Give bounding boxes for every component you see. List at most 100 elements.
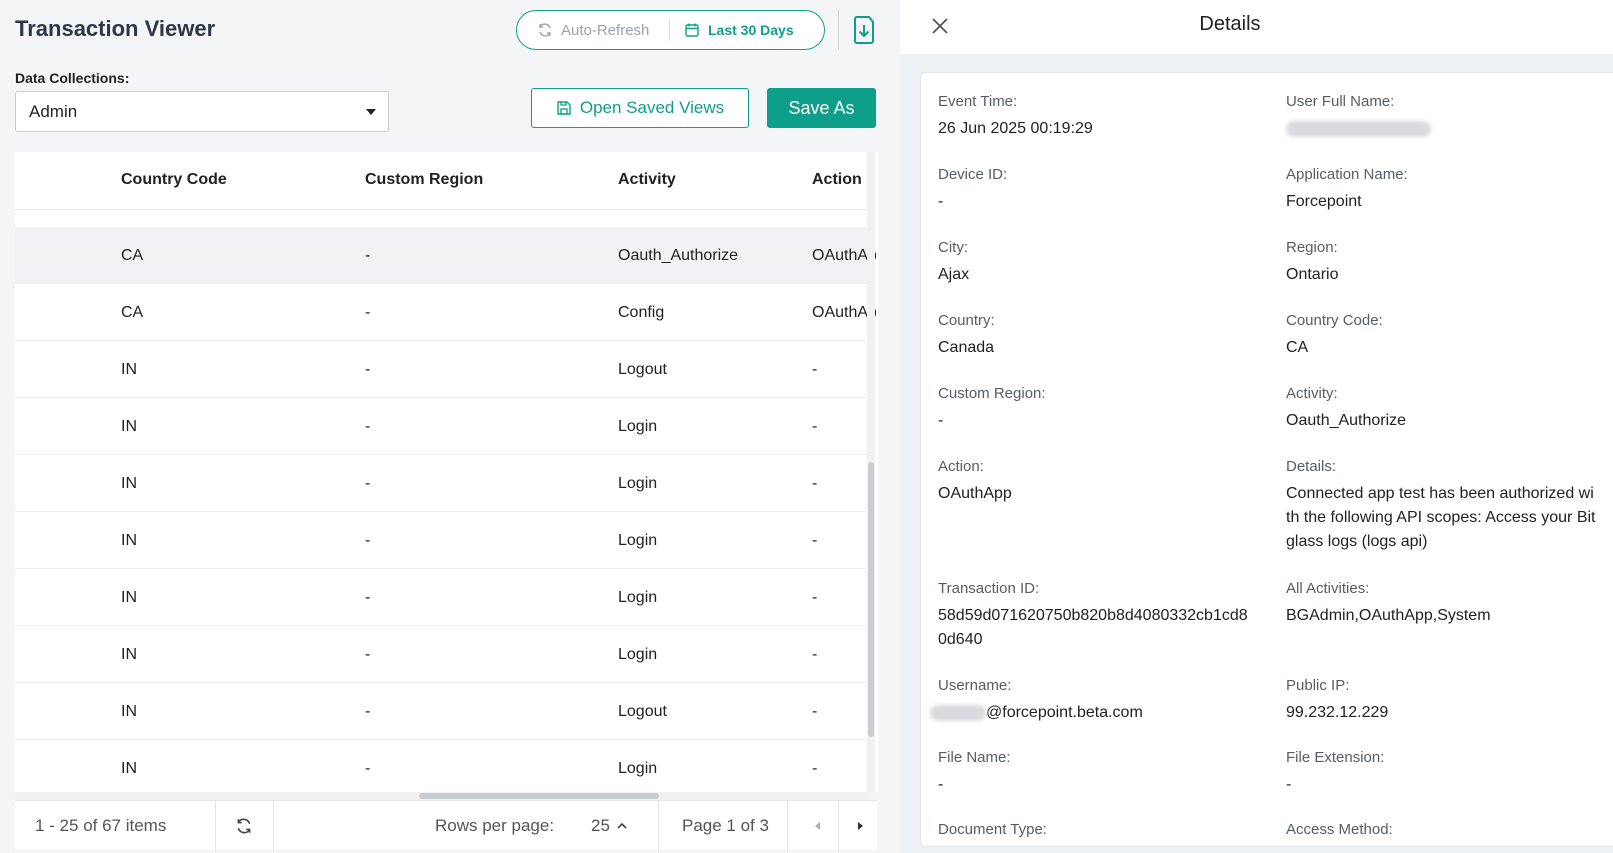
column-header-activity[interactable]: Activity xyxy=(618,171,676,189)
field-file-name: File Name: - xyxy=(938,749,1268,797)
field-value: Canada xyxy=(938,339,995,356)
details-header: Details xyxy=(900,0,1613,54)
details-card: Event Time: 26 Jun 2025 00:19:29 User Ful… xyxy=(920,72,1613,847)
table-row[interactable]: CA-Oauth_AuthorizeOAuthApp xyxy=(15,227,876,284)
field-value: - xyxy=(938,776,944,793)
field-custom-region: Custom Region: - xyxy=(938,385,1268,433)
footer-divider xyxy=(215,801,216,851)
field-transaction-id: Transaction ID: 58d59d071620750b820b8d408… xyxy=(938,580,1248,652)
open-saved-views-label: Open Saved Views xyxy=(579,98,725,117)
field-document-type: Document Type: xyxy=(938,821,1268,845)
field-country-code: Country Code: CA xyxy=(1286,312,1613,360)
field-value: @forcepoint.beta.com xyxy=(930,701,1268,725)
field-label: Details: xyxy=(1286,458,1337,475)
field-access-method: Access Method: xyxy=(1286,821,1613,845)
calendar-icon xyxy=(685,23,699,37)
table-row[interactable]: IN - Login - xyxy=(15,398,868,455)
field-label: Event Time: xyxy=(938,93,1018,110)
cell-custom-region: - xyxy=(365,361,371,378)
cell-activity: Login xyxy=(618,475,658,492)
auto-refresh-toggle[interactable]: Auto-Refresh xyxy=(517,22,669,39)
horizontal-scrollbar[interactable] xyxy=(15,792,868,800)
table-row[interactable]: IN - Login - xyxy=(15,626,868,683)
cell-country-code: IN xyxy=(121,418,137,435)
next-page-button[interactable] xyxy=(842,801,877,851)
cell-custom-region: - xyxy=(365,703,371,720)
transactions-table: Country Code Custom Region Activity Acti… xyxy=(15,152,878,792)
vertical-scroll-thumb[interactable] xyxy=(868,462,874,737)
data-collection-select[interactable]: Admin xyxy=(15,91,389,132)
rows-per-page-value: 25 xyxy=(591,816,610,835)
field-value: Ajax xyxy=(938,266,970,283)
cell-activity: Login xyxy=(618,589,658,606)
refresh-range-control: Auto-Refresh Last 30 Days xyxy=(516,10,825,50)
field-value: OAuthApp xyxy=(938,485,1012,502)
cell-custom-region: - xyxy=(365,760,371,777)
export-button[interactable] xyxy=(850,14,878,46)
chevron-up-icon xyxy=(617,822,627,829)
save-as-button[interactable]: Save As xyxy=(767,88,876,128)
cell-custom-region: - xyxy=(365,589,371,606)
field-all-activities: All Activities: BGAdmin,OAuthApp,System xyxy=(1286,580,1613,628)
rows-per-page-select[interactable]: 25 xyxy=(591,801,628,851)
refresh-icon xyxy=(539,23,551,37)
table-row[interactable]: IN - Login - xyxy=(15,512,868,569)
field-label: Country Code: xyxy=(1286,312,1383,329)
refresh-table-button[interactable] xyxy=(225,801,263,851)
field-label: Activity: xyxy=(1286,385,1338,402)
table-row[interactable]: IN - Login - xyxy=(15,455,868,512)
column-header-action[interactable]: Action xyxy=(812,171,862,189)
column-header-country-code[interactable]: Country Code xyxy=(121,171,227,189)
field-label: All Activities: xyxy=(1286,580,1370,597)
toolbar-divider xyxy=(838,10,839,50)
field-value: - xyxy=(938,412,944,429)
cell-country-code: IN xyxy=(121,703,137,720)
field-value: 58d59d071620750b820b8d4080332cb1cd80d640 xyxy=(938,607,1248,648)
field-label: Document Type: xyxy=(938,821,1047,838)
auto-refresh-label: Auto-Refresh xyxy=(561,21,650,39)
field-label: Custom Region: xyxy=(938,385,1046,402)
horizontal-scroll-thumb[interactable] xyxy=(419,793,659,799)
field-value xyxy=(1286,117,1613,141)
field-value: BGAdmin,OAuthApp,System xyxy=(1286,607,1491,624)
table-header: Country Code Custom Region Activity Acti… xyxy=(15,152,868,210)
refresh-icon xyxy=(237,818,251,834)
cell-country-code: IN xyxy=(121,475,137,492)
cell-country-code: IN xyxy=(121,361,137,378)
cell-activity: Logout xyxy=(618,361,667,378)
field-label: Application Name: xyxy=(1286,166,1408,183)
download-file-icon xyxy=(854,16,874,44)
cell-country-code: IN xyxy=(121,589,137,606)
table-row[interactable]: IN - Login - xyxy=(15,569,868,626)
field-value: CA xyxy=(1286,339,1309,356)
field-label: File Extension: xyxy=(1286,749,1385,766)
field-value: - xyxy=(938,193,944,210)
field-username: Username: @forcepoint.beta.com xyxy=(930,677,1268,725)
field-label: Access Method: xyxy=(1286,821,1393,838)
previous-page-button[interactable] xyxy=(798,801,838,851)
vertical-scrollbar[interactable] xyxy=(867,152,875,792)
date-range-button[interactable]: Last 30 Days xyxy=(670,22,794,38)
caret-down-icon xyxy=(366,109,376,115)
field-label: Region: xyxy=(1286,239,1338,256)
column-header-custom-region[interactable]: Custom Region xyxy=(365,171,483,189)
details-panel: Details Event Time: 26 Jun 2025 00:19:29 … xyxy=(900,0,1613,853)
field-event-time: Event Time: 26 Jun 2025 00:19:29 xyxy=(938,93,1268,141)
field-file-extension: File Extension: - xyxy=(1286,749,1613,797)
cell-custom-region: - xyxy=(365,646,371,663)
table-row[interactable]: IN - Logout - xyxy=(15,683,868,740)
cell-custom-region: - xyxy=(365,532,371,549)
field-label: Device ID: xyxy=(938,166,1008,183)
field-city: City: Ajax xyxy=(938,239,1268,287)
table-row[interactable]: IN - Logout - xyxy=(15,341,868,398)
page-title: Transaction Viewer xyxy=(15,16,216,41)
field-label: Country: xyxy=(938,312,995,329)
transaction-viewer-panel: Transaction Viewer Auto-Refresh Last 30 … xyxy=(0,0,900,853)
cell-activity: Login xyxy=(618,760,658,777)
table-row[interactable]: CA-ConfigOAuthApp xyxy=(15,284,876,341)
open-saved-views-button[interactable]: Open Saved Views xyxy=(531,88,749,128)
field-label: Transaction ID: xyxy=(938,580,1040,597)
table-row[interactable]: IN - Login - xyxy=(15,740,868,792)
data-collections-label: Data Collections: xyxy=(15,70,130,86)
cell-activity: Logout xyxy=(618,703,667,720)
